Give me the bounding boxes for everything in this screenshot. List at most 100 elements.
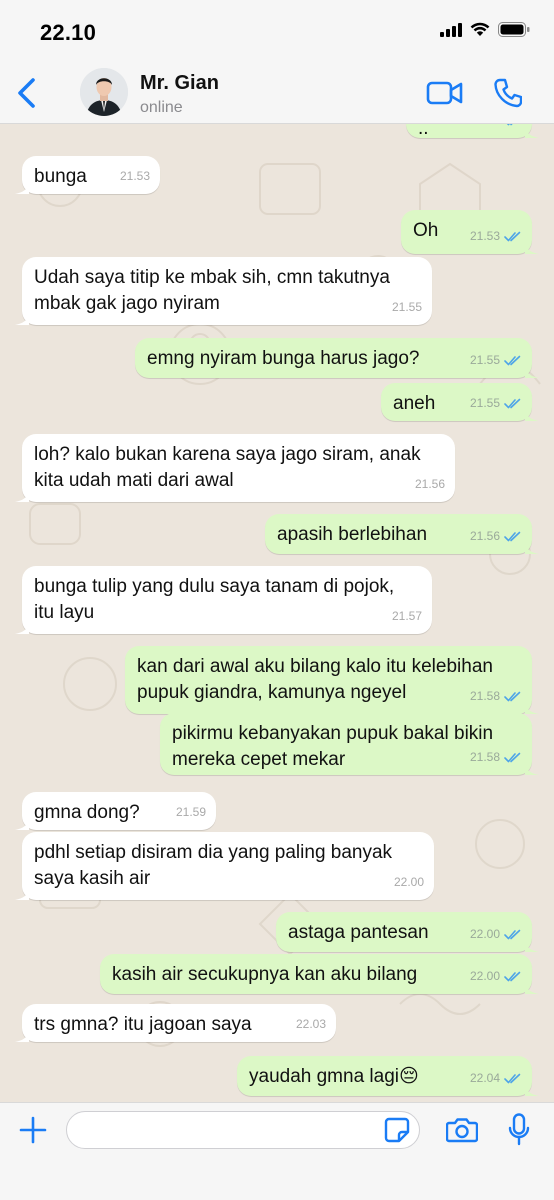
video-camera-icon <box>426 81 463 105</box>
contact-name[interactable]: Mr. Gian <box>140 72 219 95</box>
message-meta: 22.04 <box>470 1065 522 1091</box>
phone-icon <box>494 78 523 108</box>
message-time: 22.00 <box>393 875 424 889</box>
message-meta: 21.55 <box>470 347 522 373</box>
message-meta: 21.56 <box>415 471 445 497</box>
status-bar: 22.10 <box>0 0 554 60</box>
outgoing-message-bubble[interactable]: yaudah gmna lagi😔 22.04 <box>237 1056 539 1096</box>
bubble-tail <box>525 407 539 421</box>
incoming-message-bubble[interactable]: pdhl setiap disiram dia yang paling bany… <box>15 832 434 900</box>
incoming-message-bubble[interactable]: trs gmna? itu jagoan saya 22.03 <box>15 1004 336 1042</box>
read-receipt-icon <box>507 124 513 125</box>
message-time: 21.53 <box>470 124 500 133</box>
bubble-tail <box>525 1082 539 1096</box>
incoming-message-bubble[interactable]: bunga tulip yang dulu saya tanam di pojo… <box>15 566 432 634</box>
sticker-button[interactable] <box>384 1117 410 1143</box>
outgoing-message-bubble[interactable]: emng nyiram bunga harus jago? 21.55 <box>135 338 539 378</box>
bubble-tail <box>15 816 29 830</box>
message-time: 21.57 <box>391 609 422 623</box>
message-text: trs gmna? itu jagoan saya <box>34 1014 252 1035</box>
voice-call-button[interactable] <box>494 78 523 108</box>
message-meta: 21.53 <box>120 163 150 189</box>
bubble-tail <box>525 761 539 775</box>
read-receipt-icon <box>504 971 521 981</box>
incoming-message-bubble[interactable]: bunga 21.53 <box>15 156 160 194</box>
message-meta: 22.00 <box>470 963 522 989</box>
video-call-button[interactable] <box>426 80 464 106</box>
bubble-tail <box>15 620 29 634</box>
outgoing-message-bubble[interactable]: apasih berlebihan 21.56 <box>265 514 539 554</box>
message-meta: 22.00 <box>470 921 522 947</box>
message-time: 22.03 <box>295 1017 326 1031</box>
message-meta: 21.53 <box>470 124 522 133</box>
contact-status: online <box>140 99 183 116</box>
read-receipt-icon <box>504 398 521 408</box>
message-meta: 21.55 <box>392 294 422 320</box>
message-text: emng nyiram bunga harus jago? <box>147 348 420 369</box>
message-list[interactable]: ..21.53 bunga21.53 Oh21.53Udah saya titip … <box>0 124 554 1102</box>
message-text: Udah saya titip ke mbak sih, cmn takutny… <box>34 267 390 314</box>
outgoing-message-bubble[interactable]: Oh 21.53 <box>401 210 539 254</box>
message-meta: 21.58 <box>470 744 522 770</box>
read-receipt-icon <box>504 355 521 365</box>
bubble-tail <box>525 980 539 994</box>
bubble-tail <box>525 938 539 952</box>
incoming-message-bubble[interactable]: gmna dong? 21.59 <box>15 792 216 830</box>
incoming-message-bubble[interactable]: Udah saya titip ke mbak sih, cmn takutny… <box>15 257 432 325</box>
microphone-button[interactable] <box>508 1113 530 1147</box>
microphone-icon <box>508 1113 530 1146</box>
message-time: 21.53 <box>119 169 150 183</box>
message-text: pdhl setiap disiram dia yang paling bany… <box>34 842 393 889</box>
message-time: 22.00 <box>469 969 500 983</box>
bubble-tail <box>15 311 29 325</box>
message-text: kasih air secukupnya kan aku bilang <box>112 964 418 985</box>
message-time: 21.59 <box>175 805 206 819</box>
cellular-signal-icon <box>440 22 462 37</box>
chevron-left-icon <box>18 78 35 108</box>
bubble-tail <box>525 364 539 378</box>
attach-button[interactable] <box>18 1115 48 1145</box>
message-composer <box>0 1102 554 1200</box>
message-time: 21.55 <box>391 300 422 314</box>
message-time: 21.55 <box>469 353 500 367</box>
bubble-tail <box>525 540 539 554</box>
outgoing-message-bubble[interactable]: ..21.53 <box>406 124 539 139</box>
message-meta: 22.00 <box>394 869 424 895</box>
bubble-tail <box>15 488 29 502</box>
chat-header: Mr. Gian online <box>0 60 554 124</box>
back-button[interactable] <box>14 76 40 110</box>
message-time: 21.56 <box>469 529 500 543</box>
outgoing-message-bubble[interactable]: kasih air secukupnya kan aku bilang 22.00 <box>100 954 539 994</box>
bubble-tail <box>15 180 29 194</box>
message-input-box[interactable] <box>66 1111 420 1149</box>
message-meta: 21.58 <box>470 683 522 709</box>
read-receipt-icon <box>504 691 521 701</box>
camera-button[interactable] <box>445 1117 479 1143</box>
read-receipt-icon <box>504 752 521 762</box>
camera-icon <box>445 1118 479 1143</box>
message-meta: 21.57 <box>392 603 422 629</box>
message-input[interactable] <box>67 1112 367 1148</box>
status-icons <box>440 22 530 37</box>
message-meta: 21.56 <box>470 523 522 549</box>
avatar-image <box>80 68 128 116</box>
message-time: 22.04 <box>469 1071 500 1085</box>
message-time: 21.55 <box>469 396 500 410</box>
sticker-icon <box>384 1117 410 1143</box>
message-text: kan dari awal aku bilang kalo itu kelebi… <box>137 656 493 703</box>
read-receipt-icon <box>504 929 521 939</box>
read-receipt-icon <box>504 1073 521 1083</box>
outgoing-message-bubble[interactable]: pikirmu kebanyakan pupuk bakal bikin mer… <box>160 713 539 775</box>
read-receipt-icon <box>504 531 521 541</box>
message-text: loh? kalo bukan karena saya jago siram, … <box>34 444 421 491</box>
status-time: 22.10 <box>40 20 97 45</box>
outgoing-message-bubble[interactable]: astaga pantesan 22.00 <box>276 912 539 952</box>
avatar[interactable] <box>80 68 128 116</box>
bubble-tail <box>525 700 539 714</box>
bubble-tail <box>15 886 29 900</box>
outgoing-message-bubble[interactable]: kan dari awal aku bilang kalo itu kelebi… <box>125 646 539 714</box>
incoming-message-bubble[interactable]: loh? kalo bukan karena saya jago siram, … <box>15 434 455 502</box>
bubble-tail <box>525 240 539 254</box>
message-time: 21.53 <box>469 229 500 243</box>
outgoing-message-bubble[interactable]: aneh 21.55 <box>381 383 539 421</box>
